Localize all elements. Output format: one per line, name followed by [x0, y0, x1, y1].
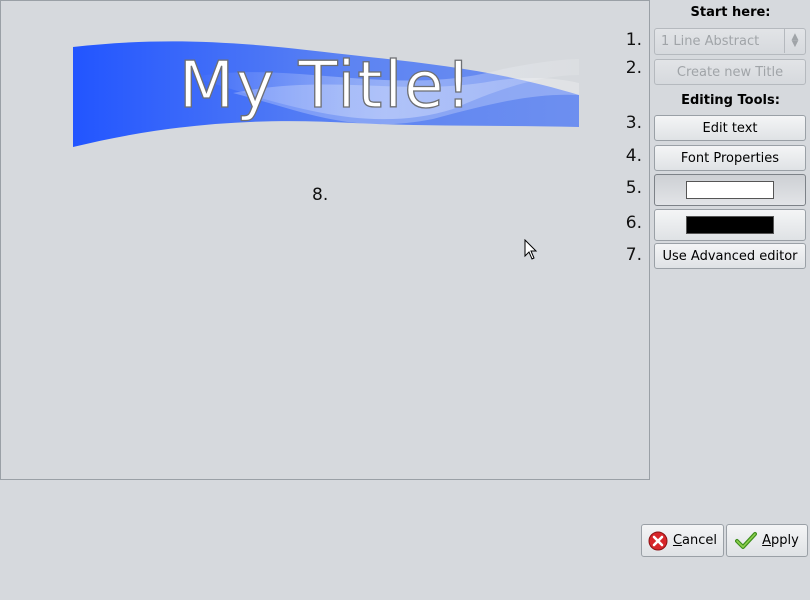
mouse-pointer-icon — [524, 239, 538, 260]
outline-color-swatch — [686, 216, 774, 234]
outline-color-button[interactable] — [654, 209, 806, 241]
template-select[interactable]: 1 Line Abstract ▲ ▼ — [654, 28, 806, 55]
title-preview-canvas[interactable]: My Title! 8. — [0, 0, 650, 480]
step-number-2: 2. — [625, 58, 642, 78]
step-number-3: 3. — [625, 113, 642, 133]
apply-label: Apply — [762, 533, 799, 548]
start-here-heading: Start here: — [690, 5, 771, 20]
cancel-icon — [648, 531, 668, 550]
text-color-button[interactable] — [654, 174, 806, 206]
title-editor-window: My Title! 8. Start here: 1. 1 Line Abstr… — [0, 0, 810, 600]
cancel-label: Cancel — [672, 533, 718, 548]
preview-title-text: My Title! — [178, 48, 474, 123]
step-number-6: 6. — [625, 213, 642, 233]
editing-tools-heading: Editing Tools: — [681, 93, 780, 108]
template-select-value: 1 Line Abstract — [661, 34, 760, 49]
font-properties-button[interactable]: Font Properties — [654, 145, 806, 171]
cancel-button[interactable]: Cancel — [641, 524, 724, 557]
use-advanced-editor-button[interactable]: Use Advanced editor — [654, 243, 806, 269]
text-color-swatch — [686, 181, 774, 199]
preview-callout-number: 8. — [312, 185, 329, 205]
create-new-title-button[interactable]: Create new Title — [654, 59, 806, 85]
edit-text-button[interactable]: Edit text — [654, 115, 806, 141]
step-number-7: 7. — [625, 245, 642, 265]
step-number-4: 4. — [625, 146, 642, 166]
apply-button[interactable]: Apply — [726, 524, 808, 557]
step-number-5: 5. — [625, 178, 642, 198]
spin-arrows-icon: ▲ ▼ — [784, 29, 805, 53]
checkmark-icon — [735, 531, 758, 549]
step-number-1: 1. — [625, 30, 642, 50]
